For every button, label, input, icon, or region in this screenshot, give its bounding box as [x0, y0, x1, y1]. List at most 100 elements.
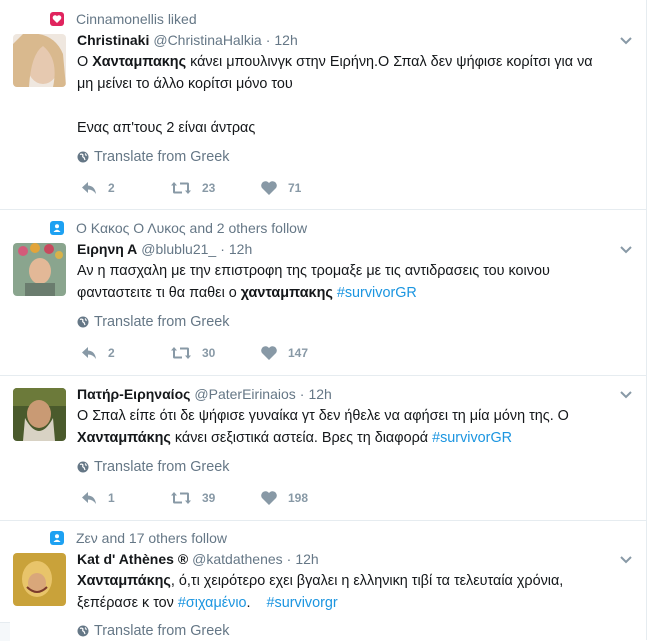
heart-icon	[50, 12, 64, 26]
retweet-button[interactable]: 23	[170, 180, 260, 196]
chevron-down-icon[interactable]	[618, 32, 634, 48]
translate-label: Translate from Greek	[94, 623, 230, 639]
text-bold: Χανταμπάκης	[77, 573, 171, 589]
retweet-icon	[171, 492, 191, 504]
text-span: κάνει σεξιστικά αστεία. Βρες τη διαφορά	[170, 430, 433, 446]
reply-button[interactable]: 2	[80, 180, 170, 196]
timestamp[interactable]: 12h	[229, 241, 252, 257]
author-handle[interactable]: @PaterEirinaios	[194, 386, 295, 402]
retweet-button[interactable]: 30	[170, 345, 260, 361]
translate-label: Translate from Greek	[94, 314, 230, 330]
text-bold: Χανταμπακης	[92, 54, 187, 70]
reply-button[interactable]: 1	[80, 490, 170, 506]
retweet-button[interactable]: 39	[170, 490, 260, 506]
author-name[interactable]: Kat d' Athènes ®	[77, 551, 188, 567]
globe-icon	[77, 151, 89, 163]
text-line: Ο Σπαλ είπε ότι δε ψήφισε γυναίκα γτ δεν…	[77, 408, 569, 424]
author-name[interactable]: Πατήρ-Ειρηναίος	[77, 386, 190, 402]
translate-link[interactable]: Translate from Greek	[77, 622, 229, 640]
translate-label: Translate from Greek	[94, 459, 230, 475]
tweet-text: Ο Χανταμπακης κάνει μπουλινγκ στην Ειρήν…	[77, 51, 637, 139]
tweet-actions: 2 23 71	[80, 178, 350, 198]
author-handle[interactable]: @ChristinaHalkia	[153, 32, 261, 48]
tweet-header: Kat d' Athènes ® @katdathenes · 12h	[77, 551, 319, 571]
author-handle[interactable]: @blublu21_	[141, 241, 216, 257]
like-count: 198	[288, 491, 309, 505]
hashtag-link[interactable]: #survivorGR	[432, 430, 512, 446]
author-name[interactable]: Christinaki	[77, 32, 149, 48]
tweet-context: Ζεν and 17 others follow	[50, 529, 227, 547]
context-text[interactable]: Ο Κακος Ο Λυκος and 2 others follow	[76, 220, 307, 236]
retweet-icon	[171, 347, 191, 359]
retweet-icon	[171, 182, 191, 194]
translate-link[interactable]: Translate from Greek	[77, 148, 229, 166]
tweet-header: Ειρηνη Α @blublu21_ · 12h	[77, 241, 252, 261]
reply-count: 2	[108, 181, 115, 195]
chevron-down-icon[interactable]	[618, 386, 634, 402]
context-text[interactable]: Cinnamonellis liked	[76, 11, 197, 27]
like-count: 71	[288, 181, 302, 195]
text-line: Αν η πασχαλη με την επιστροφη της τρομαξ…	[77, 263, 550, 279]
like-button[interactable]: 147	[260, 345, 350, 361]
author-name[interactable]: Ειρηνη Α	[77, 241, 137, 257]
author-handle[interactable]: @katdathenes	[192, 551, 283, 567]
heart-icon	[261, 491, 277, 505]
hashtag-link[interactable]: #survivorgr	[267, 595, 338, 611]
translate-link[interactable]: Translate from Greek	[77, 313, 229, 331]
retweet-count: 39	[202, 491, 216, 505]
tweet-context: Cinnamonellis liked	[50, 10, 197, 28]
tweet-text: Χανταμπάκης, ό,τι χειρότερο εχει βγαλει …	[77, 570, 637, 614]
avatar[interactable]	[13, 34, 66, 87]
heart-icon	[261, 346, 277, 360]
like-count: 147	[288, 346, 309, 360]
retweet-count: 30	[202, 346, 216, 360]
text-span: κάνει μπουλινγκ στην Ειρήνη.Ο Σπαλ δεν ψ…	[186, 54, 593, 70]
separator: ·	[286, 551, 292, 567]
chevron-down-icon[interactable]	[618, 241, 634, 257]
separator: ·	[220, 241, 225, 257]
timestamp[interactable]: 12h	[295, 551, 318, 567]
tweet-actions: 2 30 147	[80, 343, 350, 363]
tweet-text: Ο Σπαλ είπε ότι δε ψήφισε γυναίκα γτ δεν…	[77, 405, 637, 449]
translate-link[interactable]: Translate from Greek	[77, 458, 229, 476]
text-span: .	[246, 595, 267, 611]
reply-icon	[82, 182, 96, 194]
avatar[interactable]	[13, 243, 66, 296]
tweet[interactable]: Ζεν and 17 others follow Kat d' Athènes …	[0, 520, 646, 640]
hashtag-link[interactable]: #survivorGR	[337, 285, 417, 301]
tweet-header: Christinaki @ChristinaHalkia · 12h	[77, 32, 298, 52]
text-span: Ο	[77, 54, 93, 70]
globe-icon	[77, 461, 89, 473]
reply-icon	[82, 347, 96, 359]
translate-label: Translate from Greek	[94, 149, 230, 165]
context-text[interactable]: Ζεν and 17 others follow	[76, 530, 227, 546]
retweet-count: 23	[202, 181, 216, 195]
like-button[interactable]: 71	[260, 180, 350, 196]
tweet-context: Ο Κακος Ο Λυκος and 2 others follow	[50, 219, 307, 237]
like-button[interactable]: 198	[260, 490, 350, 506]
avatar[interactable]	[13, 388, 66, 441]
text-span: ξεπέρασε κ τον	[77, 595, 178, 611]
tweet[interactable]: Ο Κακος Ο Λυκος and 2 others follow Ειρη…	[0, 209, 646, 376]
avatar[interactable]	[13, 553, 66, 606]
text-span: φανταστειτε τι θα παθει ο	[77, 285, 241, 301]
globe-icon	[77, 316, 89, 328]
chevron-down-icon[interactable]	[618, 551, 634, 567]
text-bold: χανταμπακης	[240, 285, 333, 301]
user-icon	[50, 221, 64, 235]
reply-count: 2	[108, 346, 115, 360]
text-line: μη μείνει το άλλο κορίτσι μόνο του	[77, 76, 293, 92]
tweet[interactable]: Cinnamonellis liked Christinaki @Christi…	[0, 0, 646, 210]
tweet-header: Πατήρ-Ειρηναίος @PaterEirinaios · 12h	[77, 386, 332, 406]
reply-count: 1	[108, 491, 115, 505]
hashtag-link[interactable]: #σιχαμένιο	[178, 595, 247, 611]
user-icon	[50, 531, 64, 545]
reply-button[interactable]: 2	[80, 345, 170, 361]
timeline-stream: Cinnamonellis liked Christinaki @Christi…	[0, 0, 647, 640]
scrollbar-corner[interactable]	[0, 622, 10, 641]
text-span: , ό,τι χειρότερο εχει βγαλει η ελληνικη …	[170, 573, 564, 589]
timestamp[interactable]: 12h	[274, 32, 297, 48]
reply-icon	[82, 492, 96, 504]
tweet[interactable]: Πατήρ-Ειρηναίος @PaterEirinaios · 12h Ο …	[0, 375, 646, 521]
timestamp[interactable]: 12h	[308, 386, 331, 402]
